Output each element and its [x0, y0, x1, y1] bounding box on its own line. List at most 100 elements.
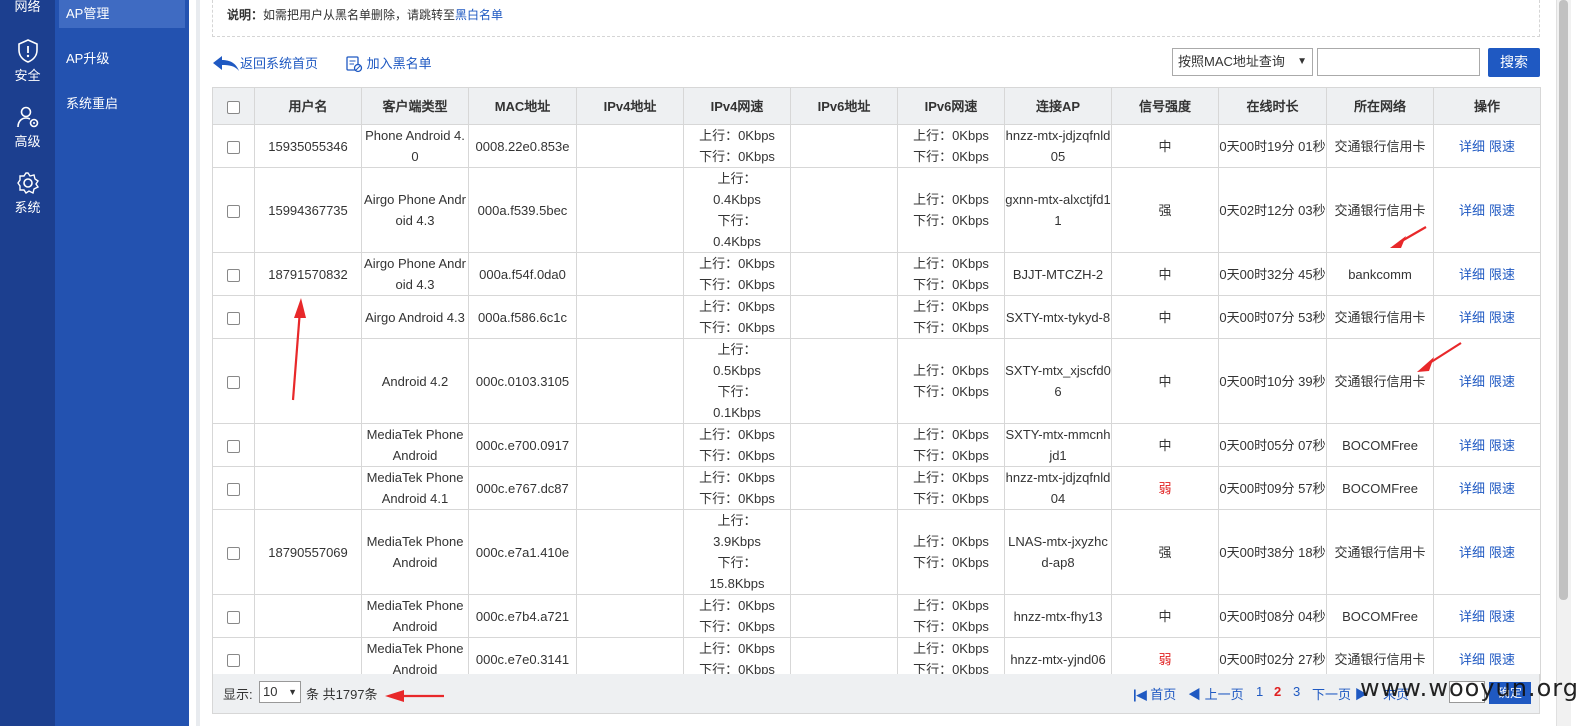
- search-mode-select[interactable]: 按照MAC地址查询 ▼: [1172, 48, 1313, 76]
- row-checkbox[interactable]: [227, 653, 240, 667]
- chevron-down-icon: ▼: [288, 687, 297, 697]
- detail-link[interactable]: 详细: [1459, 481, 1485, 496]
- client-type-cell: Airgo Phone Android 4.3: [361, 167, 469, 253]
- signal-strength-cell: 中: [1111, 124, 1219, 168]
- row-checkbox[interactable]: [227, 546, 240, 560]
- detail-link[interactable]: 详细: [1459, 609, 1485, 624]
- rail-item-system[interactable]: 系统: [0, 171, 55, 216]
- ipv6-speed-cell: 上行：0Kbps 下行：0Kbps: [897, 167, 1005, 253]
- row-select-cell[interactable]: [212, 252, 255, 296]
- ipv6-speed-cell: 上行：0Kbps 下行：0Kbps: [897, 338, 1005, 424]
- network-cell: BOCOMFree: [1326, 594, 1434, 638]
- detail-link[interactable]: 详细: [1459, 310, 1485, 325]
- detail-link[interactable]: 详细: [1459, 374, 1485, 389]
- rail-item-advanced[interactable]: 高级: [0, 105, 55, 150]
- detail-link[interactable]: 详细: [1459, 139, 1485, 154]
- submenu-item-system-reboot[interactable]: 系统重启: [55, 90, 189, 118]
- back-home-link[interactable]: 返回系统首页: [212, 55, 318, 73]
- user-cell: 18790557069: [254, 509, 362, 595]
- actions-cell: 详细 限速: [1433, 423, 1541, 467]
- page-link-1[interactable]: 1: [1256, 684, 1263, 699]
- connected-ap-cell: LNAS-mtx-jxyzhcd-ap8: [1004, 509, 1112, 595]
- signal-strength-cell: 强: [1111, 167, 1219, 253]
- prev-page-link[interactable]: ◀ 上一页: [1188, 684, 1244, 703]
- submenu-item-ap-management[interactable]: AP管理: [59, 0, 185, 28]
- rate-limit-link[interactable]: 限速: [1489, 481, 1515, 496]
- scrollbar-thumb[interactable]: [1559, 0, 1568, 600]
- rail-item-label: 安全: [14, 68, 41, 83]
- client-type-cell: Airgo Phone Android 4.3: [361, 252, 469, 296]
- add-blacklist-link[interactable]: 加入黑名单: [345, 55, 432, 73]
- rail-item-security[interactable]: 安全: [0, 39, 55, 84]
- connected-ap-cell: BJJT-MTCZH-2: [1004, 252, 1112, 296]
- ipv4-speed-cell: 上行： 0.5Kbps 下行： 0.1Kbps: [683, 338, 791, 424]
- row-select-cell[interactable]: [212, 423, 255, 467]
- header-cell: IPv4网速: [683, 87, 791, 125]
- actions-cell: 详细 限速: [1433, 594, 1541, 638]
- header-select-all[interactable]: [212, 87, 255, 125]
- table-row: 15935055346 Phone Android 4.0 0008.22e0.85…: [212, 124, 1541, 168]
- row-checkbox[interactable]: [227, 140, 240, 154]
- row-select-cell[interactable]: [212, 295, 255, 339]
- rate-limit-link[interactable]: 限速: [1489, 438, 1515, 453]
- rate-limit-link[interactable]: 限速: [1489, 310, 1515, 325]
- detail-link[interactable]: 详细: [1459, 438, 1485, 453]
- actions-cell: 详细 限速: [1433, 167, 1541, 253]
- row-select-cell[interactable]: [212, 167, 255, 253]
- page-size-select[interactable]: 10 ▼: [259, 681, 301, 703]
- ipv6-address-cell: [790, 295, 898, 339]
- online-duration-cell: 0天02时12分 03秒: [1218, 167, 1327, 253]
- ipv4-address-cell: [576, 594, 684, 638]
- row-checkbox[interactable]: [227, 204, 240, 218]
- mac-cell: 0008.22e0.853e: [468, 124, 577, 168]
- online-duration-cell: 0天00时38分 18秒: [1218, 509, 1327, 595]
- search-input[interactable]: [1317, 48, 1480, 76]
- rail-item-label: 高级: [14, 134, 41, 149]
- client-type-cell: Phone Android 4.0: [361, 124, 469, 168]
- rate-limit-link[interactable]: 限速: [1489, 652, 1515, 667]
- row-select-cell[interactable]: [212, 124, 255, 168]
- whitelist-link[interactable]: 黑白名单: [455, 8, 503, 22]
- ipv6-address-cell: [790, 124, 898, 168]
- rail-item-network[interactable]: 网络: [0, 0, 55, 15]
- ipv4-address-cell: [576, 252, 684, 296]
- row-checkbox[interactable]: [227, 311, 240, 325]
- user-cell: [254, 338, 362, 424]
- row-checkbox[interactable]: [227, 439, 240, 453]
- content-divider: [196, 0, 200, 726]
- ipv6-address-cell: [790, 466, 898, 510]
- rate-limit-link[interactable]: 限速: [1489, 374, 1515, 389]
- rate-limit-link[interactable]: 限速: [1489, 203, 1515, 218]
- connected-ap-cell: SXTY-mtx-mmcnhjd1: [1004, 423, 1112, 467]
- row-select-cell[interactable]: [212, 466, 255, 510]
- rate-limit-link[interactable]: 限速: [1489, 139, 1515, 154]
- submenu-item-ap-upgrade[interactable]: AP升级: [55, 45, 189, 73]
- row-select-cell[interactable]: [212, 509, 255, 595]
- first-page-link[interactable]: |◀ 首页: [1133, 684, 1176, 703]
- detail-link[interactable]: 详细: [1459, 267, 1485, 282]
- page-link-3[interactable]: 3: [1293, 684, 1300, 699]
- rate-limit-link[interactable]: 限速: [1489, 609, 1515, 624]
- row-checkbox[interactable]: [227, 482, 240, 496]
- online-duration-cell: 0天00时10分 39秒: [1218, 338, 1327, 424]
- notice-text: 如需把用户从黑名单删除，请跳转至: [263, 8, 456, 22]
- row-checkbox[interactable]: [227, 610, 240, 624]
- row-select-cell[interactable]: [212, 594, 255, 638]
- user-cell: [254, 466, 362, 510]
- network-cell: BOCOMFree: [1326, 466, 1434, 510]
- row-checkbox[interactable]: [227, 268, 240, 282]
- detail-link[interactable]: 详细: [1459, 545, 1485, 560]
- first-page-icon: |◀: [1133, 687, 1147, 702]
- vertical-scrollbar[interactable]: [1556, 0, 1571, 726]
- select-all-checkbox[interactable]: [227, 100, 240, 114]
- detail-link[interactable]: 详细: [1459, 652, 1485, 667]
- page-link-2-current[interactable]: 2: [1274, 684, 1281, 699]
- header-cell: 在线时长: [1218, 87, 1327, 125]
- detail-link[interactable]: 详细: [1459, 203, 1485, 218]
- header-cell: 所在网络: [1326, 87, 1434, 125]
- search-button[interactable]: 搜索: [1488, 48, 1540, 77]
- row-select-cell[interactable]: [212, 338, 255, 424]
- rate-limit-link[interactable]: 限速: [1489, 267, 1515, 282]
- rate-limit-link[interactable]: 限速: [1489, 545, 1515, 560]
- row-checkbox[interactable]: [227, 375, 240, 389]
